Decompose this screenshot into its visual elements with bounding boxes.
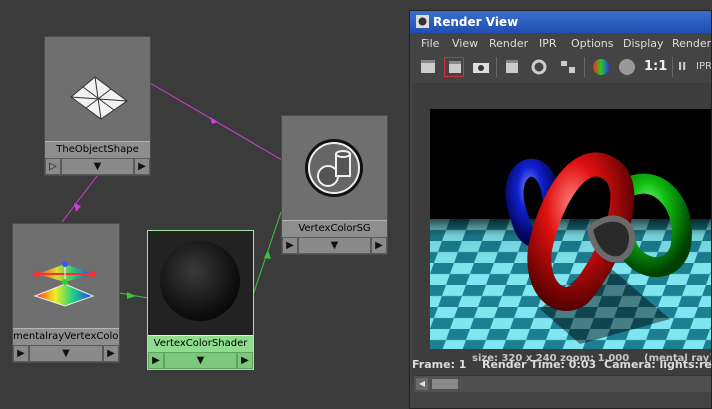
- node-ports: ▶ ▼ ▶: [282, 237, 387, 254]
- node-ports: ▶ ▼ ▶: [13, 345, 119, 362]
- wire-arrow: [74, 203, 81, 212]
- refresh-icon[interactable]: [529, 57, 549, 77]
- input-port[interactable]: ▶: [13, 345, 29, 362]
- node-vertex-colors[interactable]: mentalrayVertexColors1 ▶ ▼ ▶: [12, 223, 120, 363]
- render-view-window[interactable]: Render View File View Render IPR Options…: [409, 10, 712, 409]
- toolbar-separator: [672, 57, 673, 77]
- render-time-text: Render Time: 0:03: [482, 358, 597, 371]
- expand-port[interactable]: ▼: [61, 158, 134, 175]
- menu-display[interactable]: Display: [623, 37, 664, 50]
- node-label: TheObjectShape: [45, 141, 150, 158]
- snapshot-camera-icon[interactable]: [471, 57, 491, 77]
- node-label: VertexColorShader: [148, 335, 253, 352]
- rendered-image: [430, 109, 711, 349]
- redo-render-icon[interactable]: [418, 57, 438, 77]
- render-view-app-icon: [416, 15, 429, 28]
- toolbar-separator: [584, 57, 585, 77]
- shading-group-icon: [305, 139, 363, 197]
- node-swatch: [13, 224, 119, 328]
- ipr-render-icon[interactable]: [502, 57, 522, 77]
- toolbar: 1:1 II IPR: [410, 53, 711, 81]
- node-label: VertexColorSG: [282, 220, 387, 237]
- menu-render[interactable]: Render: [489, 37, 528, 50]
- node-swatch: [282, 116, 387, 220]
- menu-render-2[interactable]: Render: [672, 37, 711, 50]
- expand-port[interactable]: ▼: [298, 237, 371, 254]
- window-title: Render View: [433, 15, 519, 29]
- menu-ipr[interactable]: IPR: [539, 37, 557, 50]
- menu-bar: File View Render IPR Options Display Ren…: [410, 33, 711, 53]
- vertex-colors-icon: [33, 261, 96, 307]
- render-region-icon[interactable]: [444, 57, 464, 77]
- node-swatch: [45, 37, 150, 141]
- pause-ipr-button[interactable]: II: [678, 60, 686, 73]
- output-port[interactable]: ▶: [134, 158, 150, 175]
- node-swatch: [148, 231, 253, 337]
- node-shading-group[interactable]: VertexColorSG ▶ ▼ ▶: [281, 115, 388, 255]
- node-shader[interactable]: VertexColorShader ▶ ▼ ▶: [147, 230, 254, 370]
- input-port[interactable]: ▶: [148, 352, 164, 369]
- render-settings-icon[interactable]: [558, 57, 578, 77]
- ipr-label: IPR: [696, 61, 711, 72]
- menu-file[interactable]: File: [421, 37, 439, 50]
- menu-view[interactable]: View: [452, 37, 478, 50]
- expand-port[interactable]: ▼: [29, 345, 103, 362]
- window-titlebar[interactable]: Render View: [410, 11, 711, 33]
- toolbar-separator: [496, 57, 497, 77]
- node-ports: ▷ ▼ ▶: [45, 158, 150, 175]
- scroll-left-arrow-icon[interactable]: ◀: [416, 378, 428, 390]
- wire-arrow: [264, 250, 271, 259]
- camera-text: Camera: lights:rend: [604, 358, 712, 371]
- rgb-channels-icon[interactable]: [591, 57, 611, 77]
- frame-text: Frame: 1: [412, 358, 467, 371]
- node-object-shape[interactable]: TheObjectShape ▷ ▼ ▶: [44, 36, 151, 176]
- mesh-shape-icon: [70, 76, 128, 120]
- render-status-bar: Frame: 1 Render Time: 0:03 Camera: light…: [410, 357, 712, 375]
- wire-arrow: [127, 292, 136, 299]
- output-port[interactable]: ▶: [237, 352, 253, 369]
- wire-arrow: [210, 117, 218, 124]
- output-port[interactable]: ▶: [103, 345, 119, 362]
- output-port[interactable]: ▶: [371, 237, 387, 254]
- input-port[interactable]: ▶: [282, 237, 298, 254]
- menu-options[interactable]: Options: [571, 37, 613, 50]
- wire-shape-to-vertexcolors[interactable]: [61, 175, 98, 223]
- node-ports: ▶ ▼ ▶: [148, 352, 253, 369]
- scale-one-to-one-button[interactable]: 1:1: [644, 59, 667, 74]
- input-port[interactable]: ▷: [45, 158, 61, 175]
- horizontal-scrollbar[interactable]: ◀: [414, 375, 711, 392]
- alpha-channel-icon[interactable]: [617, 57, 637, 77]
- render-canvas[interactable]: size: 320 x 240 zoom: 1.000 (mental ray): [412, 83, 711, 383]
- expand-port[interactable]: ▼: [164, 352, 237, 369]
- shader-sphere-icon: [148, 231, 253, 337]
- scrollbar-thumb[interactable]: [432, 379, 458, 389]
- node-label: mentalrayVertexColors1: [13, 328, 119, 345]
